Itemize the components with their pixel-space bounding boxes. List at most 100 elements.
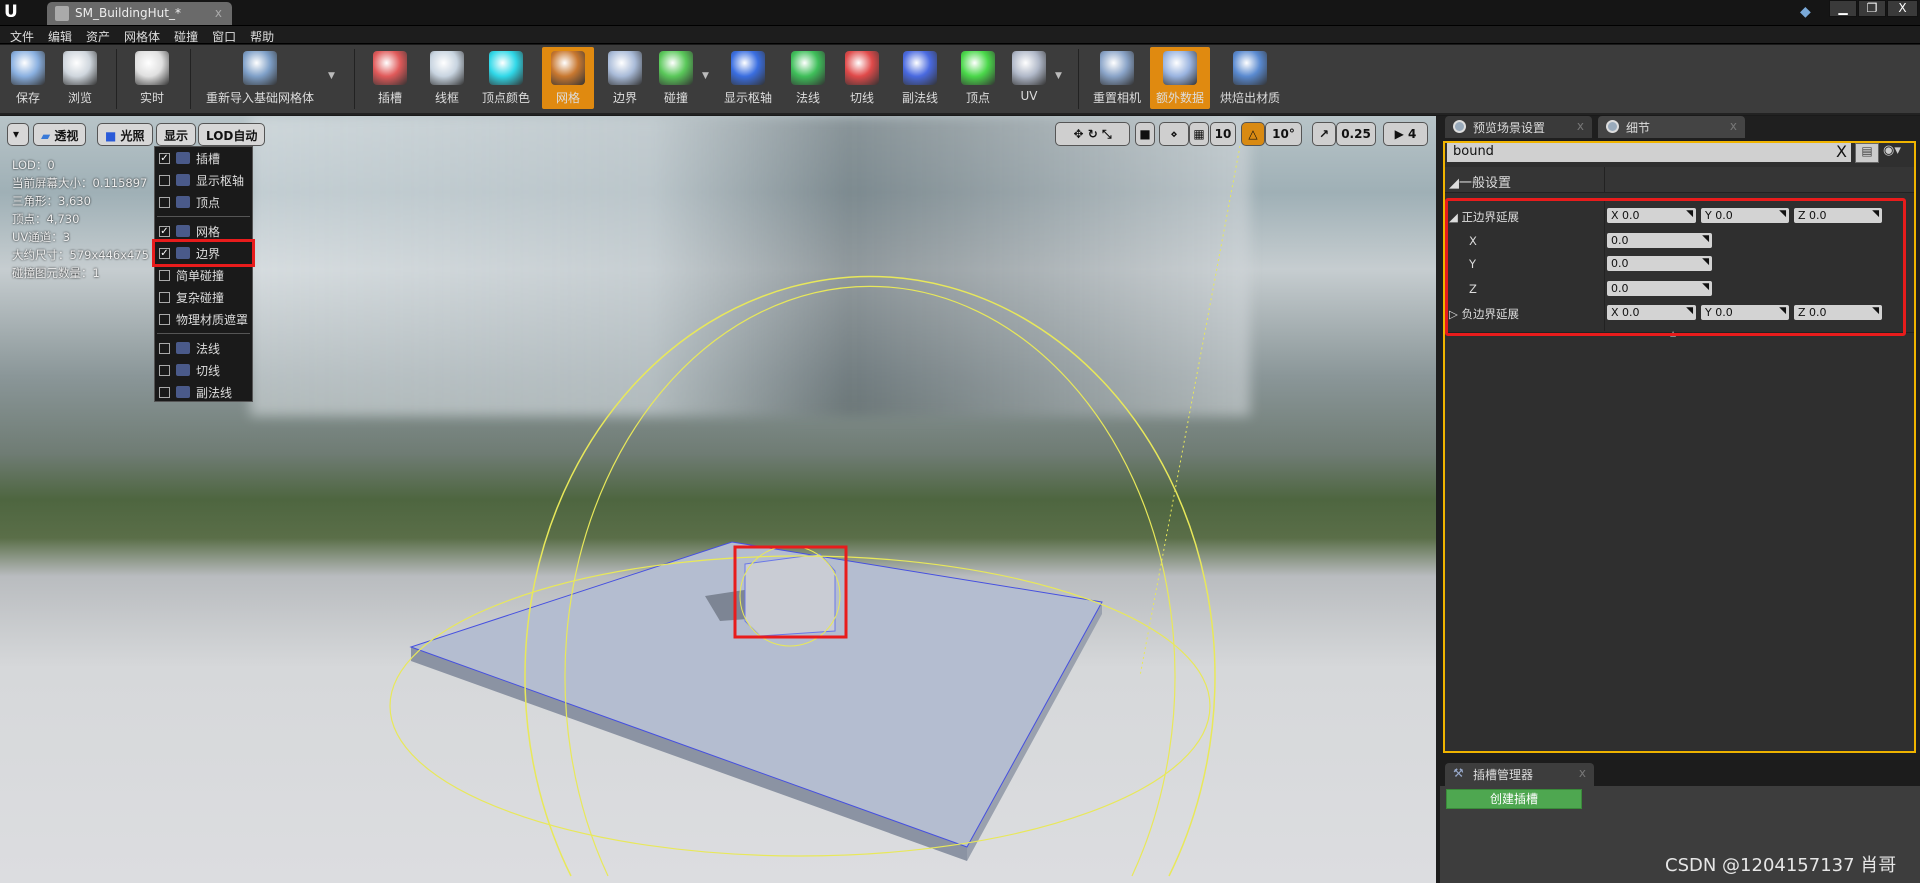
checkbox[interactable] xyxy=(159,291,170,303)
show-menu-item[interactable]: 切线 xyxy=(155,359,252,381)
toolbar-button[interactable]: 副法线 xyxy=(894,47,946,109)
cube-mesh xyxy=(744,553,836,637)
checkbox[interactable]: ✓ xyxy=(159,152,170,164)
show-button[interactable]: 显示 xyxy=(156,123,197,146)
clear-search-icon[interactable]: X xyxy=(1836,142,1847,161)
show-menu-item[interactable]: 物理材质遮罩 xyxy=(155,308,252,330)
close-tab-icon[interactable]: x xyxy=(1730,119,1737,133)
menu-item[interactable]: 文件 xyxy=(0,26,34,45)
toolbar-button[interactable]: 法线 xyxy=(782,47,834,109)
learn-icon[interactable]: ◆ xyxy=(1800,4,1811,20)
tab-label: 插槽管理器 xyxy=(1473,768,1534,782)
grid-snap-value[interactable]: 10 xyxy=(1210,122,1236,146)
scale-snap-icon[interactable]: ↗ xyxy=(1312,122,1336,146)
menu-item[interactable]: 碰撞 xyxy=(164,26,198,45)
rotate-icon[interactable]: ↻ xyxy=(1088,127,1098,141)
toolbar-button-label: 碰撞 xyxy=(663,91,688,105)
close-tab-icon[interactable]: x xyxy=(1579,766,1586,780)
close-window-button[interactable]: X xyxy=(1887,0,1918,17)
rotation-snap-icon[interactable]: △ xyxy=(1241,122,1265,146)
toolbar-button[interactable]: 保存 xyxy=(2,47,54,109)
close-tab-icon[interactable]: x xyxy=(1577,119,1584,133)
toolbar-separator xyxy=(354,49,355,109)
toolbar-button[interactable]: UV xyxy=(1003,47,1055,109)
lod-button[interactable]: LOD自动 xyxy=(198,123,266,146)
checkbox[interactable]: ✓ xyxy=(159,225,170,237)
document-tab[interactable]: SM_BuildingHut_* x xyxy=(47,2,232,26)
tab-preview-scene-settings[interactable]: 预览场景设置 x xyxy=(1445,116,1592,138)
rotation-snap-value[interactable]: 10° xyxy=(1265,122,1302,146)
create-socket-button[interactable]: 创建插槽 xyxy=(1446,789,1582,809)
viewport[interactable]: ▾ ▰ 透视 ■ 光照 显示 LOD自动 LOD：0 当前屏幕大小：0.11589… xyxy=(0,116,1436,883)
checkbox[interactable] xyxy=(159,313,170,325)
transform-mode-group[interactable]: ✥ ↻ ⤡ xyxy=(1055,122,1130,146)
checkbox[interactable]: ✓ xyxy=(159,247,170,259)
category-general[interactable]: ◢一般设置 xyxy=(1445,167,1914,193)
checkbox[interactable] xyxy=(159,364,170,376)
toolbar-button[interactable]: 重新导入基础网格体 xyxy=(198,47,323,109)
restore-button[interactable]: ❐ xyxy=(1858,0,1886,17)
close-tab-icon[interactable]: x xyxy=(215,6,222,20)
toolbar-button[interactable]: 边界 xyxy=(599,47,651,109)
checkbox[interactable] xyxy=(159,174,170,186)
checkbox[interactable] xyxy=(159,386,170,398)
local-world-toggle-icon[interactable]: ■ xyxy=(1135,122,1155,146)
toolbar-button[interactable]: 顶点 xyxy=(952,47,1004,109)
show-menu-item[interactable]: 简单碰撞 xyxy=(155,264,252,286)
show-menu: ✓ 插槽 显示枢轴 顶点 ✓ 网格 ✓ 边界 简单碰撞 复杂碰撞 物理材质遮罩 法线 切线 副法线 xyxy=(152,146,255,403)
translate-icon[interactable]: ✥ xyxy=(1073,127,1083,141)
perspective-button[interactable]: ▰ 透视 xyxy=(33,123,87,146)
toolbar-button[interactable]: 顶点颜色 xyxy=(476,47,536,109)
socket-icon xyxy=(176,152,190,164)
scale-snap-value[interactable]: 0.25 xyxy=(1336,122,1376,146)
show-menu-item[interactable]: 副法线 xyxy=(155,381,252,403)
show-menu-item[interactable]: ✓ 插槽 xyxy=(155,147,252,169)
pivot-icon xyxy=(176,174,190,186)
show-menu-item[interactable]: 顶点 xyxy=(155,191,252,213)
toolbar-button[interactable]: 显示枢轴 xyxy=(718,47,778,109)
grid-snap-icon[interactable]: ▦ xyxy=(1189,122,1209,146)
toolbar-button[interactable]: 插槽 xyxy=(364,47,416,109)
menu-bar: 文件 编辑 资产 网格体 碰撞 窗口 帮助 xyxy=(0,25,1920,44)
show-menu-item[interactable]: ✓ 网格 xyxy=(155,220,252,242)
property-matrix-icon[interactable]: ▤ xyxy=(1855,143,1879,163)
show-menu-item[interactable]: 复杂碰撞 xyxy=(155,286,252,308)
checkbox[interactable] xyxy=(159,269,170,281)
binormals-icon xyxy=(176,386,190,398)
toolbar-button[interactable]: 线框 xyxy=(421,47,473,109)
toolbar-button[interactable]: 烘焙出材质 xyxy=(1214,47,1287,109)
socket-wrench-icon: ⚒ xyxy=(1453,766,1464,780)
show-menu-item[interactable]: 显示枢轴 xyxy=(155,169,252,191)
tab-details[interactable]: 细节 x xyxy=(1598,116,1745,138)
search-input[interactable]: bound X xyxy=(1447,142,1851,162)
show-menu-item[interactable]: 法线 xyxy=(155,337,252,359)
visibility-eye-icon[interactable]: ◉▾ xyxy=(1883,143,1901,158)
dropdown-arrow-icon[interactable]: ▼ xyxy=(1055,71,1062,81)
toolbar-button[interactable]: 碰撞 xyxy=(650,47,702,109)
checkbox[interactable] xyxy=(159,196,170,208)
dropdown-arrow-icon[interactable]: ▼ xyxy=(702,71,709,81)
scale-icon[interactable]: ⤡ xyxy=(1102,127,1112,141)
toolbar-button[interactable]: 额外数据 xyxy=(1150,47,1210,109)
lit-button[interactable]: ■ 光照 xyxy=(97,123,153,146)
checkbox[interactable] xyxy=(159,342,170,354)
toolbar-button[interactable]: 浏览 xyxy=(54,47,106,109)
viewport-menu-button[interactable]: ▾ xyxy=(7,123,29,146)
menu-item[interactable]: 编辑 xyxy=(38,26,72,45)
camera-speed-button[interactable]: ▶ 4 xyxy=(1383,122,1428,146)
toolbar-button[interactable]: 重置相机 xyxy=(1087,47,1147,109)
toolbar-button[interactable]: 实时 xyxy=(126,47,178,109)
surface-snap-icon[interactable]: ⋄ xyxy=(1159,122,1189,146)
menu-item[interactable]: 网格体 xyxy=(114,26,160,45)
menu-item[interactable]: 窗口 xyxy=(202,26,236,45)
toolbar-button[interactable]: 网格 xyxy=(542,47,594,109)
menu-item[interactable]: 资产 xyxy=(76,26,110,45)
unreal-logo: U xyxy=(4,2,18,22)
dropdown-arrow-icon[interactable]: ▼ xyxy=(328,71,335,81)
toolbar-button[interactable]: 切线 xyxy=(836,47,888,109)
toolbar-separator xyxy=(116,49,117,109)
show-menu-item[interactable]: ✓ 边界 xyxy=(152,239,255,267)
minimize-button[interactable]: ▁ xyxy=(1829,0,1857,17)
menu-item[interactable]: 帮助 xyxy=(240,26,274,45)
tab-socket-manager[interactable]: ⚒ 插槽管理器 x xyxy=(1445,763,1594,786)
